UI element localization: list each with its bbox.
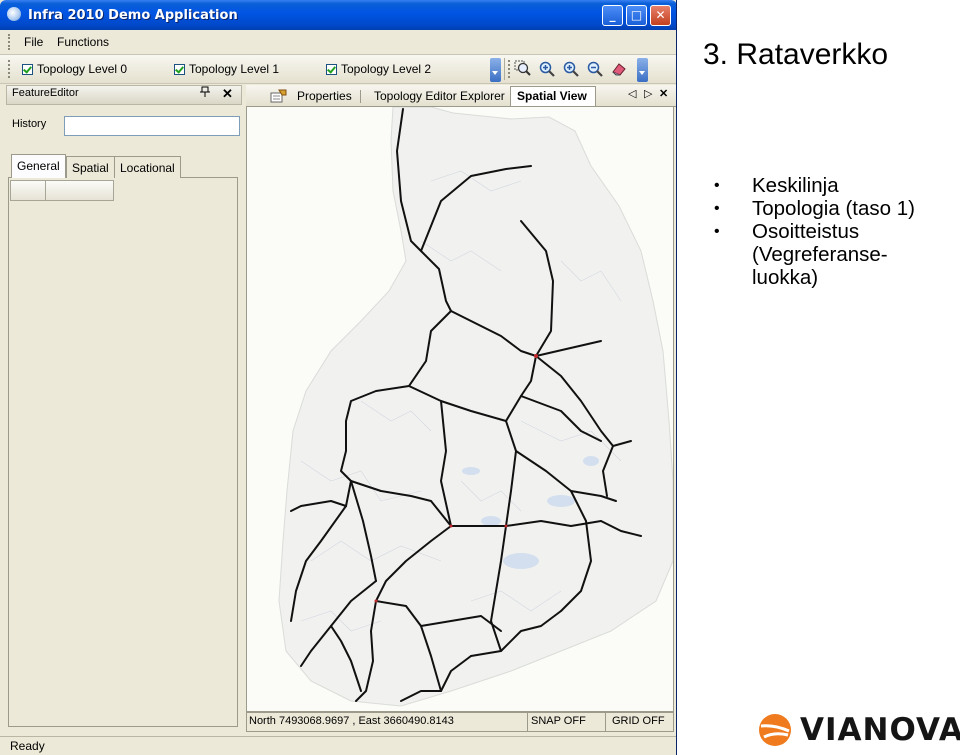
topology-level-0-checkbox[interactable]: Topology Level 0 [22, 62, 127, 76]
properties-icon [270, 89, 287, 103]
scroll-tabs-left-icon[interactable]: ◁ [628, 87, 636, 100]
grid-header-cell[interactable] [10, 180, 46, 201]
bullet-item: • Osoitteistus (Vegreferanse- luokka) [712, 220, 957, 289]
tab-topology-editor-explorer[interactable]: Topology Editor Explorer [374, 89, 505, 103]
menu-grip-icon[interactable] [8, 34, 13, 50]
checkbox-checked-icon[interactable] [174, 63, 185, 75]
grid-toggle[interactable]: GRID OFF [612, 715, 665, 727]
topology-level-2-label: Topology Level 2 [341, 62, 432, 76]
topology-level-2-checkbox[interactable]: Topology Level 2 [326, 62, 431, 76]
checkbox-checked-icon[interactable] [326, 63, 337, 75]
toolbar2-overflow-icon[interactable] [637, 58, 648, 82]
window-title: Infra 2010 Demo Application [28, 8, 238, 23]
zoom-out-icon[interactable] [586, 60, 604, 78]
bullet-item: • Topologia (taso 1) [712, 197, 957, 220]
bullet-icon: • [714, 200, 720, 217]
vianova-logo-text: VIANOVA [800, 712, 960, 748]
topology-level-1-checkbox[interactable]: Topology Level 1 [174, 62, 279, 76]
checkbox-checked-icon[interactable] [22, 63, 33, 75]
document-close-icon[interactable]: ✕ [659, 87, 668, 100]
toolbar2-grip-icon[interactable] [508, 60, 513, 78]
topology-level-1-label: Topology Level 1 [189, 62, 280, 76]
zoom-in-alt-icon[interactable] [562, 60, 580, 78]
application-status-bar [0, 736, 676, 755]
tab-general[interactable]: General [11, 154, 66, 178]
bullet-text: Osoitteistus (Vegreferanse- luokka) [752, 220, 888, 289]
vianova-logo: VIANOVA [758, 712, 960, 748]
history-input[interactable] [64, 116, 240, 136]
feature-editor-close-icon[interactable]: ✕ [222, 86, 233, 102]
bullet-text: Keskilinja [752, 174, 839, 197]
zoom-box-icon[interactable] [514, 60, 532, 78]
vianova-logo-mark-icon [759, 714, 791, 746]
history-label: History [12, 118, 47, 130]
coordinate-readout: North 7493068.9697 , East 3660490.8143 [249, 715, 454, 727]
feature-editor-tab-content [8, 177, 238, 727]
tab-locational[interactable]: Locational [114, 156, 181, 178]
feature-editor-title: FeatureEditor [12, 87, 79, 99]
maximize-button[interactable]: □ [626, 5, 647, 26]
grid-header-cell[interactable] [45, 180, 114, 201]
scroll-tabs-right-icon[interactable]: ▷ [644, 87, 652, 100]
menu-functions[interactable]: Functions [57, 35, 109, 49]
application-window: Infra 2010 Demo Application _ □ ✕ File F… [0, 0, 677, 755]
status-divider [527, 713, 528, 731]
spatial-view-map[interactable] [246, 106, 674, 712]
tab-spatial[interactable]: Spatial [66, 156, 115, 178]
railway-network-map[interactable] [247, 107, 674, 712]
toolbar-separator [504, 58, 505, 80]
erase-icon[interactable] [610, 60, 628, 78]
tab-properties[interactable]: Properties [297, 89, 352, 103]
slide-title: 3. Rataverkko [703, 38, 889, 71]
app-icon [7, 7, 21, 21]
status-ready-text: Ready [10, 739, 45, 753]
tab-spatial-view[interactable]: Spatial View [517, 89, 587, 103]
minimize-button[interactable]: _ [602, 5, 623, 26]
snap-toggle[interactable]: SNAP OFF [531, 715, 586, 727]
status-divider [605, 713, 606, 731]
bullet-list: • Keskilinja • Topologia (taso 1) • Osoi… [712, 174, 957, 289]
bullet-item: • Keskilinja [712, 174, 957, 197]
bullet-icon: • [714, 177, 720, 194]
toolbar-overflow-icon[interactable] [490, 58, 501, 82]
tab-separator [360, 90, 361, 103]
zoom-in-icon[interactable] [538, 60, 556, 78]
bullet-icon: • [714, 223, 720, 240]
toolbar-grip-icon[interactable] [8, 60, 13, 78]
bullet-text: Topologia (taso 1) [752, 197, 915, 220]
pin-glyph-icon [200, 86, 210, 97]
close-button[interactable]: ✕ [650, 5, 671, 26]
topology-level-0-label: Topology Level 0 [37, 62, 128, 76]
menu-file[interactable]: File [24, 35, 43, 49]
pin-icon[interactable] [200, 86, 210, 101]
